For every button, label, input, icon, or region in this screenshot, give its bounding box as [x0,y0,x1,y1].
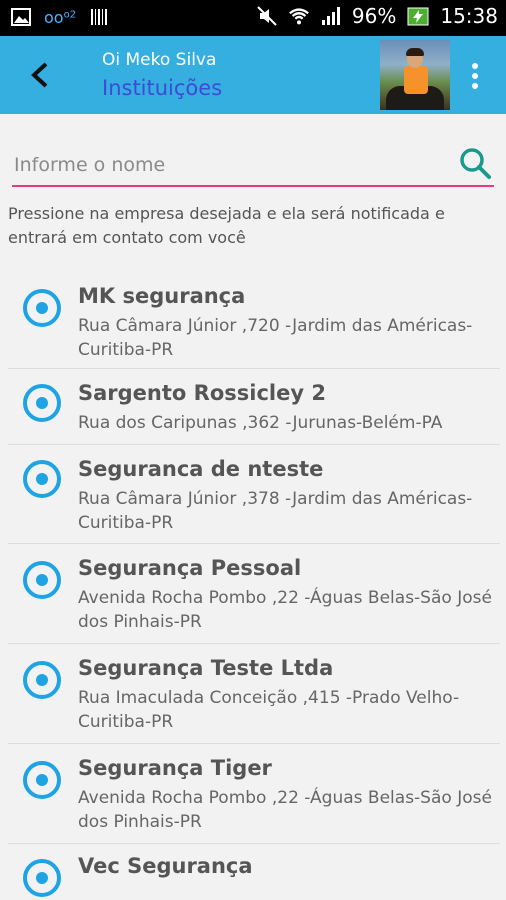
app-bar: Oi Meko Silva Instituições [0,36,506,114]
status-right: 96% 15:38 [256,4,498,28]
institution-name: MK segurança [78,284,246,308]
institution-name: Segurança Pessoal [78,556,302,580]
search-icon[interactable] [458,146,492,180]
institution-address: Avenida Rocha Pombo ,22 -Águas Belas-São… [78,788,492,832]
institution-address: Rua Imaculada Conceição ,415 -Prado Velh… [78,688,460,732]
institution-address: Rua dos Caripunas ,362 -Jurunas-Belém-PA [78,413,443,433]
barcode-icon [91,9,108,25]
radio-selected-icon[interactable] [22,760,62,800]
list-item[interactable]: Seguranca de nteste Rua Câmara Júnior ,3… [8,445,500,544]
list-item[interactable]: Segurança Tiger Avenida Rocha Pombo ,22 … [8,744,500,844]
search-bar [12,140,494,188]
user-greeting: Oi Meko Silva [102,50,217,70]
radio-selected-icon[interactable] [22,858,62,898]
signal-icon [321,7,340,25]
radio-selected-icon[interactable] [22,660,62,700]
list-item[interactable]: Vec Segurança [8,844,500,897]
list-item[interactable]: Segurança Teste Ltda Rua Imaculada Conce… [8,644,500,744]
institution-name: Vec Segurança [78,854,253,878]
page-title: Instituições [102,76,223,100]
institution-address: Rua Câmara Júnior ,378 -Jardim das Améri… [78,489,473,533]
avatar-hair-shape [406,48,424,56]
radio-selected-icon[interactable] [22,459,62,499]
clock: 15:38 [440,4,498,28]
status-bar: ooo2 96% 15:38 [0,0,506,36]
institution-name: Sargento Rossicley 2 [78,381,326,405]
institution-list: MK segurança Rua Câmara Júnior ,720 -Jar… [8,278,500,897]
institution-address: Avenida Rocha Pombo ,22 -Águas Belas-São… [78,588,492,632]
list-item[interactable]: MK segurança Rua Câmara Júnior ,720 -Jar… [8,278,500,369]
radio-selected-icon[interactable] [22,288,62,328]
image-icon [11,8,31,26]
wifi-icon [289,8,309,25]
institution-address: Rua Câmara Júnior ,720 -Jardim das Améri… [78,316,473,360]
overflow-menu-icon[interactable] [466,60,484,94]
search-input[interactable] [12,146,456,184]
list-item[interactable]: Segurança Pessoal Avenida Rocha Pombo ,2… [8,544,500,644]
instruction-text: Pressione na empresa desejada e ela será… [8,204,445,247]
radio-selected-icon[interactable] [22,383,62,423]
avatar-shirt-shape [404,66,428,94]
status-left: ooo2 [10,6,110,28]
radio-selected-icon[interactable] [22,560,62,600]
search-underline [12,185,494,187]
institution-name: Segurança Tiger [78,756,272,780]
list-item[interactable]: Sargento Rossicley 2 Rua dos Caripunas ,… [8,369,500,445]
institution-name: Seguranca de nteste [78,457,324,481]
institution-name: Segurança Teste Ltda [78,656,334,680]
carrier-icon: ooo2 [44,7,77,27]
back-arrow-icon[interactable] [26,56,54,94]
battery-percent: 96% [351,4,397,28]
avatar[interactable] [380,40,450,110]
battery-charging-icon [407,7,429,26]
mute-icon [257,6,277,26]
